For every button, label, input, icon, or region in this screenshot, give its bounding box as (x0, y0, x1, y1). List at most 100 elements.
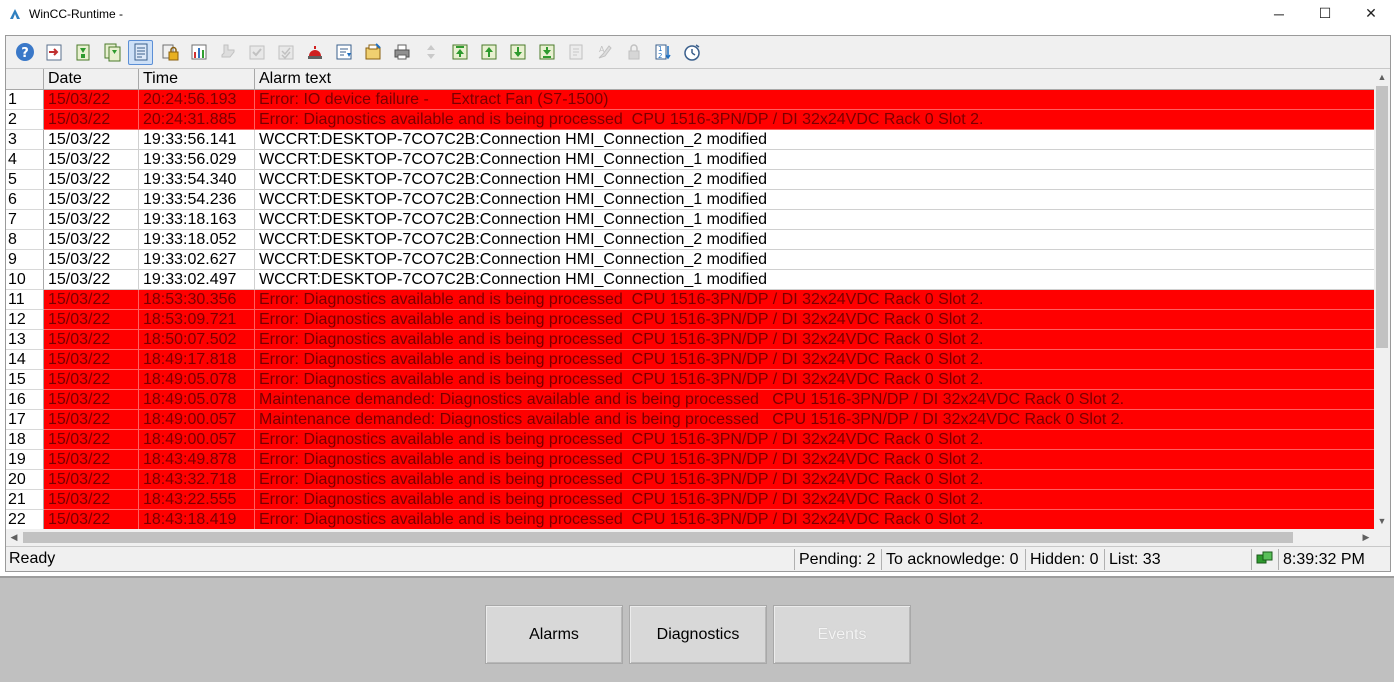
alarm-time[interactable]: 18:53:09.721 (139, 310, 255, 330)
alarm-time[interactable]: 19:33:18.052 (139, 230, 255, 250)
vertical-scroll-thumb[interactable] (1376, 86, 1388, 348)
alarm-date[interactable]: 15/03/22 (44, 150, 139, 170)
row-number[interactable]: 6 (6, 190, 44, 210)
alarm-date[interactable]: 15/03/22 (44, 450, 139, 470)
historical-list-icon[interactable] (99, 40, 124, 65)
alarm-text[interactable]: Error: Diagnostics available and is bein… (255, 430, 1374, 450)
minimize-button[interactable]: ─ (1256, 0, 1302, 27)
alarm-time[interactable]: 18:49:00.057 (139, 410, 255, 430)
row-number[interactable]: 14 (6, 350, 44, 370)
row-number[interactable]: 1 (6, 90, 44, 110)
alarm-date[interactable]: 15/03/22 (44, 190, 139, 210)
table-row[interactable]: 14 15/03/22 18:49:17.818 Error: Diagnostics… (6, 350, 1374, 370)
print-icon[interactable] (389, 40, 414, 65)
row-number[interactable]: 11 (6, 290, 44, 310)
alarm-time[interactable]: 18:43:49.878 (139, 450, 255, 470)
alarm-time[interactable]: 19:33:56.141 (139, 130, 255, 150)
scroll-left-arrow-icon[interactable]: ◀ (6, 529, 22, 545)
alarm-time[interactable]: 19:33:02.627 (139, 250, 255, 270)
emergency-acknowledge-icon[interactable] (273, 40, 298, 65)
table-row[interactable]: 19 15/03/22 18:43:49.878 Error: Diagnostics… (6, 450, 1374, 470)
row-number[interactable]: 15 (6, 370, 44, 390)
alarm-text[interactable]: WCCRT:DESKTOP-7CO7C2B:Connection HMI_Con… (255, 150, 1374, 170)
row-number[interactable]: 17 (6, 410, 44, 430)
alarm-time[interactable]: 19:33:02.497 (139, 270, 255, 290)
alarm-text[interactable]: Maintenance demanded: Diagnostics availa… (255, 390, 1374, 410)
alarm-time[interactable]: 18:53:30.356 (139, 290, 255, 310)
single-alarm-list-icon[interactable] (128, 39, 153, 65)
table-row[interactable]: 12 15/03/22 18:53:09.721 Error: Diagnostics… (6, 310, 1374, 330)
alarm-time[interactable]: 18:49:17.818 (139, 350, 255, 370)
header-alarm-text[interactable]: Alarm text (255, 69, 1374, 89)
table-row[interactable]: 6 15/03/22 19:33:54.236 WCCRT:DESKTOP-7CO7C… (6, 190, 1374, 210)
sort-dialog-icon[interactable] (331, 40, 356, 65)
alarm-time[interactable]: 19:33:56.029 (139, 150, 255, 170)
info-text-icon[interactable] (563, 40, 588, 65)
alarm-date[interactable]: 15/03/22 (44, 270, 139, 290)
alarm-text[interactable]: Error: Diagnostics available and is bein… (255, 490, 1374, 510)
header-date[interactable]: Date (44, 69, 139, 89)
row-number[interactable]: 22 (6, 510, 44, 530)
table-row[interactable]: 21 15/03/22 18:43:22.555 Error: Diagnostics… (6, 490, 1374, 510)
table-row[interactable]: 5 15/03/22 19:33:54.340 WCCRT:DESKTOP-7CO7C… (6, 170, 1374, 190)
alarm-date[interactable]: 15/03/22 (44, 470, 139, 490)
scroll-down-arrow-icon[interactable]: ▼ (1374, 513, 1390, 529)
alarm-time[interactable]: 18:43:32.718 (139, 470, 255, 490)
row-number[interactable]: 20 (6, 470, 44, 490)
selection-dialog-icon[interactable] (360, 40, 385, 65)
last-alarm-icon[interactable] (534, 40, 559, 65)
row-number[interactable]: 2 (6, 110, 44, 130)
next-alarm-icon[interactable] (505, 40, 530, 65)
alarm-date[interactable]: 15/03/22 (44, 390, 139, 410)
alarm-date[interactable]: 15/03/22 (44, 490, 139, 510)
alarm-time[interactable]: 19:33:18.163 (139, 210, 255, 230)
table-row[interactable]: 7 15/03/22 19:33:18.163 WCCRT:DESKTOP-7CO7C… (6, 210, 1374, 230)
horizontal-scroll-thumb[interactable] (23, 532, 1293, 543)
alarm-text[interactable]: Error: Diagnostics available and is bein… (255, 470, 1374, 490)
alarm-date[interactable]: 15/03/22 (44, 130, 139, 150)
events-button[interactable]: Events (773, 605, 911, 664)
row-number[interactable]: 21 (6, 490, 44, 510)
vertical-scrollbar[interactable]: ▲ ▼ (1374, 69, 1390, 529)
scroll-icon[interactable] (418, 40, 443, 65)
alarm-date[interactable]: 15/03/22 (44, 330, 139, 350)
alarm-date[interactable]: 15/03/22 (44, 250, 139, 270)
alarm-text[interactable]: Error: Diagnostics available and is bein… (255, 110, 1374, 130)
table-row[interactable]: 15 15/03/22 18:49:05.078 Error: Diagnostics… (6, 370, 1374, 390)
time-base-icon[interactable] (679, 40, 704, 65)
alarm-text[interactable]: Error: Diagnostics available and is bein… (255, 310, 1374, 330)
table-row[interactable]: 3 15/03/22 19:33:56.141 WCCRT:DESKTOP-7CO7C… (6, 130, 1374, 150)
row-number[interactable]: 12 (6, 310, 44, 330)
alarm-date[interactable]: 15/03/22 (44, 410, 139, 430)
diagnostics-button[interactable]: Diagnostics (629, 605, 767, 664)
alarm-time[interactable]: 18:49:05.078 (139, 370, 255, 390)
table-row[interactable]: 13 15/03/22 18:50:07.502 Error: Diagnostics… (6, 330, 1374, 350)
alarm-time[interactable]: 19:33:54.236 (139, 190, 255, 210)
alarm-text[interactable]: WCCRT:DESKTOP-7CO7C2B:Connection HMI_Con… (255, 190, 1374, 210)
archive-list-icon[interactable] (70, 40, 95, 65)
row-number[interactable]: 19 (6, 450, 44, 470)
alarm-text[interactable]: WCCRT:DESKTOP-7CO7C2B:Connection HMI_Con… (255, 230, 1374, 250)
alarms-button[interactable]: Alarms (485, 605, 623, 664)
alarm-date[interactable]: 15/03/22 (44, 170, 139, 190)
alarm-date[interactable]: 15/03/22 (44, 290, 139, 310)
single-acknowledge-icon[interactable] (215, 40, 240, 65)
table-row[interactable]: 17 15/03/22 18:49:00.057 Maintenance demand… (6, 410, 1374, 430)
alarm-date[interactable]: 15/03/22 (44, 370, 139, 390)
alarm-text[interactable]: Error: IO device failure - Extract Fan (… (255, 90, 1374, 110)
alarm-date[interactable]: 15/03/22 (44, 430, 139, 450)
table-row[interactable]: 9 15/03/22 19:33:02.627 WCCRT:DESKTOP-7CO7C… (6, 250, 1374, 270)
alarm-time[interactable]: 20:24:56.193 (139, 90, 255, 110)
alarm-text[interactable]: Error: Diagnostics available and is bein… (255, 350, 1374, 370)
alarm-text[interactable]: Error: Diagnostics available and is bein… (255, 450, 1374, 470)
row-number[interactable]: 10 (6, 270, 44, 290)
header-time[interactable]: Time (139, 69, 255, 89)
scroll-up-arrow-icon[interactable]: ▲ (1374, 69, 1390, 85)
row-number[interactable]: 9 (6, 250, 44, 270)
alarm-text[interactable]: Error: Diagnostics available and is bein… (255, 330, 1374, 350)
alarm-date[interactable]: 15/03/22 (44, 350, 139, 370)
table-row[interactable]: 1 15/03/22 20:24:56.193 Error: IO device fa… (6, 90, 1374, 110)
alarm-text[interactable]: WCCRT:DESKTOP-7CO7C2B:Connection HMI_Con… (255, 130, 1374, 150)
previous-alarm-icon[interactable] (476, 40, 501, 65)
comment-icon[interactable]: A (592, 40, 617, 65)
